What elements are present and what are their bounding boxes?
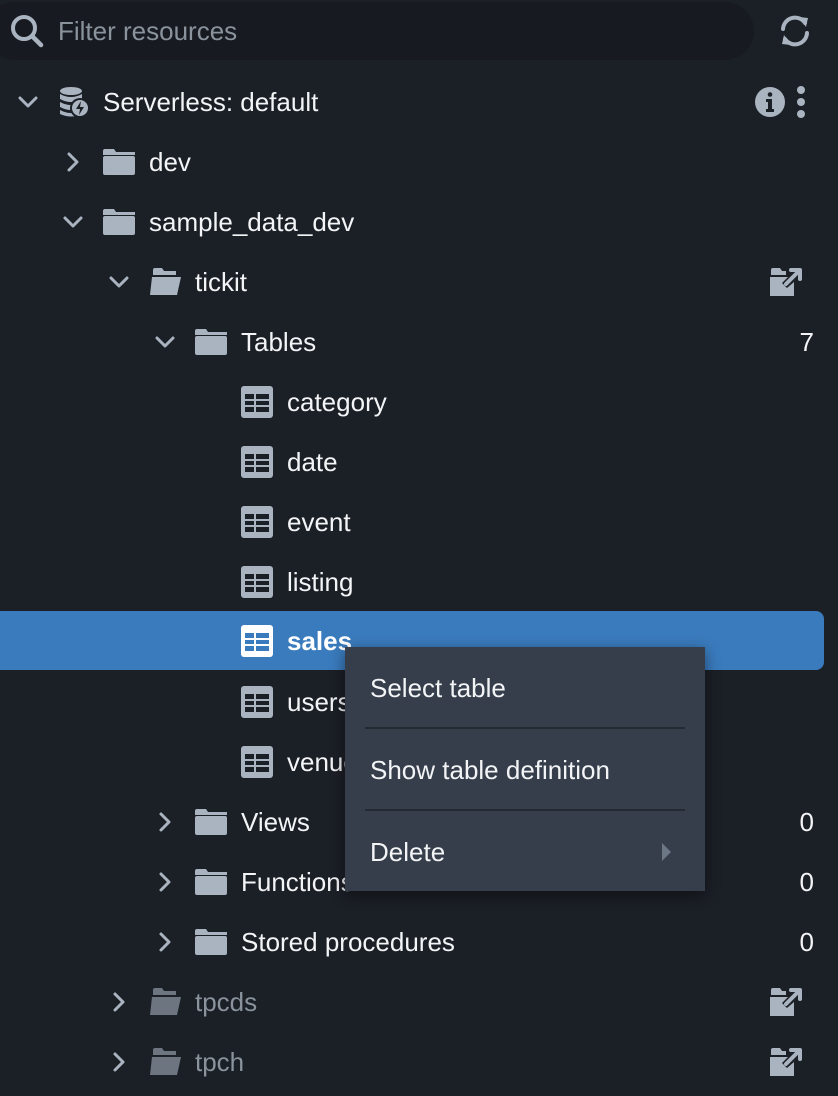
context-menu: Select table Show table definition Delet… (345, 647, 705, 891)
folder-icon (194, 327, 228, 357)
more-options-icon[interactable] (795, 85, 807, 119)
submenu-arrow-icon (662, 843, 671, 861)
folder-icon (194, 927, 228, 957)
info-icon[interactable] (754, 86, 786, 118)
schema-label: tpch (195, 1047, 245, 1077)
database-label: sample_data_dev (149, 207, 355, 237)
schema-label: tickit (195, 267, 247, 297)
table-label: category (287, 387, 387, 417)
tree-item-table[interactable]: date (0, 432, 838, 492)
tree-item-stored-procedures-folder[interactable]: Stored procedures 0 (0, 912, 838, 972)
folder-icon (194, 867, 228, 897)
chevron-right-icon[interactable] (108, 991, 130, 1013)
tree-item-schema-tpcds[interactable]: tpcds (0, 972, 838, 1032)
table-label: date (287, 447, 338, 477)
external-folder-icon[interactable] (768, 985, 804, 1019)
refresh-button[interactable] (776, 12, 814, 50)
filter-bar (0, 2, 754, 60)
open-folder-icon (148, 1047, 182, 1077)
folder-label: Views (241, 807, 310, 837)
table-icon (241, 506, 273, 538)
connection-label: Serverless: default (103, 87, 319, 117)
tree-item-database-sample-data-dev[interactable]: sample_data_dev (0, 192, 838, 252)
folder-label: Stored procedures (241, 927, 455, 957)
menu-item-select-table[interactable]: Select table (345, 647, 705, 729)
external-folder-icon[interactable] (768, 265, 804, 299)
tree-item-schema-tickit[interactable]: tickit (0, 252, 838, 312)
table-label: listing (287, 567, 354, 597)
filter-resources-input[interactable] (58, 15, 658, 47)
menu-item-label: Delete (370, 836, 446, 867)
menu-item-label: Select table (370, 672, 506, 703)
tree-item-connection[interactable]: Serverless: default (0, 72, 838, 132)
open-folder-icon (148, 987, 182, 1017)
folder-label: Functions (241, 867, 354, 897)
tree-item-table[interactable]: category (0, 372, 838, 432)
chevron-right-icon[interactable] (108, 1051, 130, 1073)
tree-item-tables-folder[interactable]: Tables 7 (0, 312, 838, 372)
table-icon (241, 686, 273, 718)
menu-item-label: Show table definition (370, 754, 610, 785)
schema-label: tpcds (195, 987, 258, 1017)
chevron-down-icon[interactable] (62, 211, 84, 233)
table-icon (241, 386, 273, 418)
folder-icon (102, 147, 136, 177)
tables-count: 7 (799, 327, 814, 357)
table-icon (241, 625, 273, 657)
folder-label: Tables (241, 327, 317, 357)
resource-explorer-panel: Serverless: default dev sample_data_dev … (0, 0, 838, 1096)
refresh-icon (781, 15, 809, 47)
menu-item-delete[interactable]: Delete (345, 811, 705, 893)
search-icon (11, 15, 44, 48)
table-icon (241, 746, 273, 778)
external-folder-icon[interactable] (768, 1045, 804, 1079)
database-label: dev (149, 147, 191, 177)
tree-item-table[interactable]: event (0, 492, 838, 552)
tree-item-schema-tpch[interactable]: tpch (0, 1032, 838, 1092)
table-label: event (287, 507, 351, 537)
menu-item-show-table-definition[interactable]: Show table definition (345, 729, 705, 811)
folder-icon (194, 807, 228, 837)
views-count: 0 (799, 807, 814, 837)
functions-count: 0 (799, 867, 814, 897)
chevron-right-icon[interactable] (154, 811, 176, 833)
tree-item-table[interactable]: listing (0, 552, 838, 612)
table-label: sales (287, 626, 353, 656)
open-folder-icon (148, 267, 182, 297)
chevron-right-icon[interactable] (154, 931, 176, 953)
chevron-right-icon[interactable] (154, 871, 176, 893)
chevron-right-icon[interactable] (62, 151, 84, 173)
table-icon (241, 566, 273, 598)
chevron-down-icon[interactable] (17, 91, 39, 113)
chevron-down-icon[interactable] (108, 271, 130, 293)
stored-procedures-count: 0 (799, 927, 814, 957)
table-icon (241, 446, 273, 478)
chevron-down-icon[interactable] (154, 331, 176, 353)
tree-item-database-dev[interactable]: dev (0, 132, 838, 192)
table-label: users (287, 687, 351, 717)
folder-icon (102, 207, 136, 237)
serverless-database-icon (60, 87, 90, 118)
